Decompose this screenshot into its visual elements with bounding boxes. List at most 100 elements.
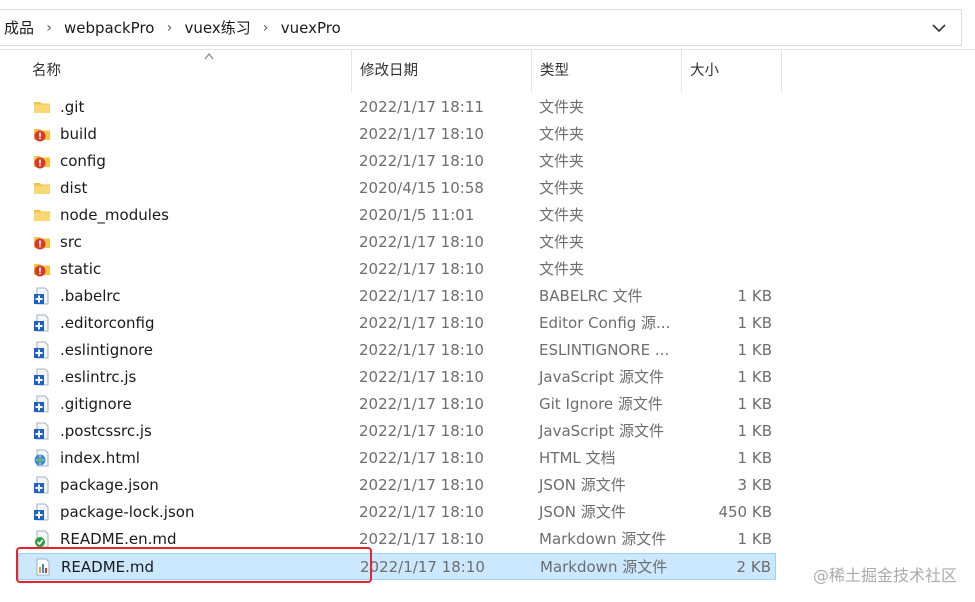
file-name[interactable]: build <box>60 121 97 148</box>
file-row[interactable]: config 2022/1/17 18:10 文件夹 <box>18 148 776 175</box>
file-type: 文件夹 <box>539 125 585 143</box>
file-row[interactable]: build 2022/1/17 18:10 文件夹 <box>18 121 776 148</box>
file-icon <box>33 368 51 386</box>
file-size: 1 KB <box>737 395 772 413</box>
file-modified-date: 2022/1/17 18:10 <box>359 341 484 359</box>
file-modified-date: 2022/1/17 18:10 <box>359 260 484 278</box>
breadcrumb-item[interactable]: 成品 <box>0 17 38 38</box>
file-row[interactable]: .postcssrc.js 2022/1/17 18:10 JavaScript 源… <box>18 418 776 445</box>
file-size: 1 KB <box>737 422 772 440</box>
chevron-right-icon[interactable]: › <box>158 20 180 36</box>
md-check-icon <box>33 530 51 548</box>
file-type: Markdown 源文件 <box>539 530 667 548</box>
file-modified-date: 2022/1/17 18:10 <box>359 476 484 494</box>
highlight-annotation <box>16 547 372 583</box>
file-icon <box>33 314 51 332</box>
column-header-size[interactable]: 大小 <box>682 50 782 92</box>
file-size: 1 KB <box>737 341 772 359</box>
column-header-type[interactable]: 类型 <box>532 50 682 92</box>
file-modified-date: 2022/1/17 18:11 <box>359 98 484 116</box>
file-name[interactable]: index.html <box>60 445 140 472</box>
file-type: 文件夹 <box>539 260 585 278</box>
column-header-name-label: 名称 <box>32 63 61 79</box>
file-size: 3 KB <box>737 476 772 494</box>
file-name[interactable]: .gitignore <box>60 391 132 418</box>
file-row[interactable]: .editorconfig 2022/1/17 18:10 Editor Confi… <box>18 310 776 337</box>
file-modified-date: 2022/1/17 18:10 <box>359 287 484 305</box>
file-name[interactable]: dist <box>60 175 87 202</box>
column-header-modified[interactable]: 修改日期 <box>352 50 532 92</box>
file-name[interactable]: .eslintignore <box>60 337 153 364</box>
file-modified-date: 2022/1/17 18:10 <box>359 233 484 251</box>
file-icon <box>33 287 51 305</box>
file-row[interactable]: .git 2022/1/17 18:11 文件夹 <box>18 94 776 121</box>
file-row[interactable]: .babelrc 2022/1/17 18:10 BABELRC 文件 1 KB <box>18 283 776 310</box>
column-header-size-label: 大小 <box>690 63 719 79</box>
file-type: 文件夹 <box>539 179 585 197</box>
address-bar: 成品 › webpackPro › vuex练习 › vuexPro <box>0 0 975 50</box>
file-size: 2 KB <box>736 558 771 576</box>
file-name[interactable]: src <box>60 229 82 256</box>
file-type: Markdown 源文件 <box>540 558 668 576</box>
breadcrumb[interactable]: 成品 › webpackPro › vuex练习 › vuexPro <box>0 9 962 46</box>
file-type: BABELRC 文件 <box>539 287 643 305</box>
file-name[interactable]: static <box>60 256 101 283</box>
file-modified-date: 2022/1/17 18:10 <box>359 368 484 386</box>
file-row[interactable]: dist 2020/4/15 10:58 文件夹 <box>18 175 776 202</box>
chevron-right-icon[interactable]: › <box>38 20 60 36</box>
file-name[interactable]: .eslintrc.js <box>60 364 136 391</box>
file-type: 文件夹 <box>539 233 585 251</box>
file-type: 文件夹 <box>539 206 585 224</box>
file-row[interactable]: index.html 2022/1/17 18:10 HTML 文档 1 KB <box>18 445 776 472</box>
file-modified-date: 2022/1/17 18:10 <box>359 125 484 143</box>
file-row[interactable]: node_modules 2020/1/5 11:01 文件夹 <box>18 202 776 229</box>
column-header-modified-label: 修改日期 <box>360 63 418 79</box>
file-row[interactable]: package-lock.json 2022/1/17 18:10 JSON 源文件… <box>18 499 776 526</box>
file-modified-date: 2022/1/17 18:10 <box>359 152 484 170</box>
sort-up-icon <box>204 53 214 60</box>
folder-error-icon <box>33 125 51 143</box>
file-row[interactable]: package.json 2022/1/17 18:10 JSON 源文件 3 KB <box>18 472 776 499</box>
column-header-name[interactable]: 名称 <box>24 50 352 92</box>
file-modified-date: 2022/1/17 18:10 <box>359 530 484 548</box>
file-name[interactable]: .git <box>60 94 84 121</box>
chevron-right-icon[interactable]: › <box>255 20 277 36</box>
file-type: JavaScript 源文件 <box>539 368 664 386</box>
file-name[interactable]: .postcssrc.js <box>60 418 152 445</box>
breadcrumb-item[interactable]: vuex练习 <box>180 17 254 38</box>
breadcrumb-item[interactable]: vuexPro <box>277 19 345 37</box>
file-row[interactable]: .eslintrc.js 2022/1/17 18:10 JavaScript 源文… <box>18 364 776 391</box>
html-file-icon <box>33 449 51 467</box>
file-type: JavaScript 源文件 <box>539 422 664 440</box>
file-name[interactable]: package.json <box>60 472 159 499</box>
file-size: 1 KB <box>737 449 772 467</box>
file-modified-date: 2022/1/17 18:10 <box>359 503 484 521</box>
file-modified-date: 2022/1/17 18:10 <box>359 422 484 440</box>
file-name[interactable]: package-lock.json <box>60 499 194 526</box>
file-type: Editor Config 源... <box>539 314 671 332</box>
file-row[interactable]: .eslintignore 2022/1/17 18:10 ESLINTIGNORE… <box>18 337 776 364</box>
file-name[interactable]: .babelrc <box>60 283 120 310</box>
file-type: 文件夹 <box>539 98 585 116</box>
file-name[interactable]: config <box>60 148 106 175</box>
file-row[interactable]: src 2022/1/17 18:10 文件夹 <box>18 229 776 256</box>
file-size: 450 KB <box>718 503 772 521</box>
folder-error-icon <box>33 260 51 278</box>
file-name[interactable]: .editorconfig <box>60 310 154 337</box>
file-name[interactable]: node_modules <box>60 202 169 229</box>
file-type: JSON 源文件 <box>539 476 626 494</box>
file-icon <box>33 503 51 521</box>
file-modified-date: 2020/4/15 10:58 <box>359 179 484 197</box>
file-size: 1 KB <box>737 530 772 548</box>
file-size: 1 KB <box>737 314 772 332</box>
file-size: 1 KB <box>737 368 772 386</box>
file-row[interactable]: .gitignore 2022/1/17 18:10 Git Ignore 源文件 1… <box>18 391 776 418</box>
file-type: ESLINTIGNORE ... <box>539 341 670 359</box>
breadcrumb-item[interactable]: webpackPro <box>60 19 158 37</box>
file-type: 文件夹 <box>539 152 585 170</box>
folder-icon <box>33 206 51 224</box>
file-size: 1 KB <box>737 287 772 305</box>
chevron-down-icon[interactable] <box>927 16 951 40</box>
folder-icon <box>33 179 51 197</box>
file-row[interactable]: static 2022/1/17 18:10 文件夹 <box>18 256 776 283</box>
